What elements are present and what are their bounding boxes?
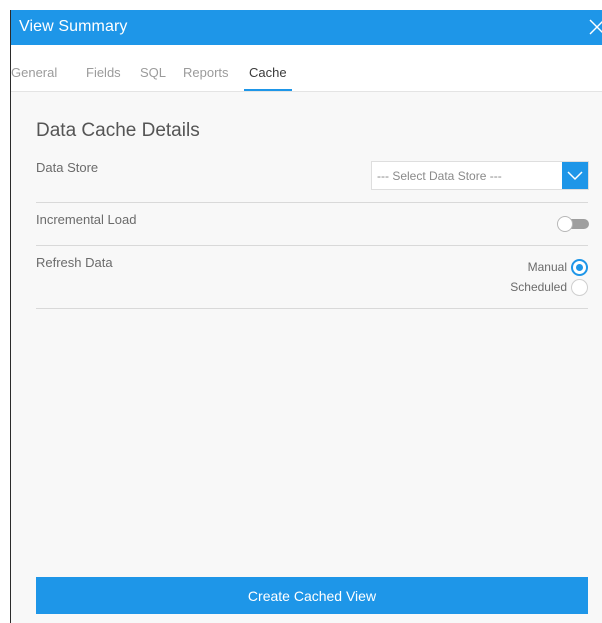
refresh-manual-option[interactable]: Manual [528,258,588,276]
chevron-down-icon[interactable] [562,162,588,189]
toggle-knob [557,216,573,232]
refresh-manual-label: Manual [527,260,567,274]
page-background: View Summary General Fields SQL Reports … [0,0,602,623]
data-store-select-value: --- Select Data Store --- [377,169,502,183]
divider [36,202,588,203]
data-store-label: Data Store [36,160,99,175]
refresh-data-label: Refresh Data [36,255,113,270]
dialog-title: View Summary [19,18,128,35]
tab-bar: General Fields SQL Reports Cache [11,45,602,92]
tab-sql[interactable]: SQL [140,65,166,86]
refresh-scheduled-label: Scheduled [510,280,567,294]
create-cached-view-button[interactable]: Create Cached View [36,577,588,614]
refresh-scheduled-option[interactable]: Scheduled [510,278,588,296]
dialog-titlebar: View Summary [11,10,602,45]
tab-general[interactable]: General [11,65,57,86]
section-title: Data Cache Details [36,120,200,141]
active-tab-indicator [244,89,292,91]
refresh-manual-radio[interactable] [571,258,588,276]
close-icon[interactable] [588,18,602,36]
data-store-select[interactable]: --- Select Data Store --- [371,161,589,190]
incremental-load-toggle[interactable] [557,216,591,232]
refresh-scheduled-radio[interactable] [571,278,588,296]
divider [36,245,588,246]
tab-fields[interactable]: Fields [86,65,121,86]
divider [36,308,588,309]
tab-reports[interactable]: Reports [183,65,229,86]
tab-cache[interactable]: Cache [249,65,287,86]
incremental-load-label: Incremental Load [36,212,137,227]
view-summary-dialog: View Summary General Fields SQL Reports … [10,10,602,623]
